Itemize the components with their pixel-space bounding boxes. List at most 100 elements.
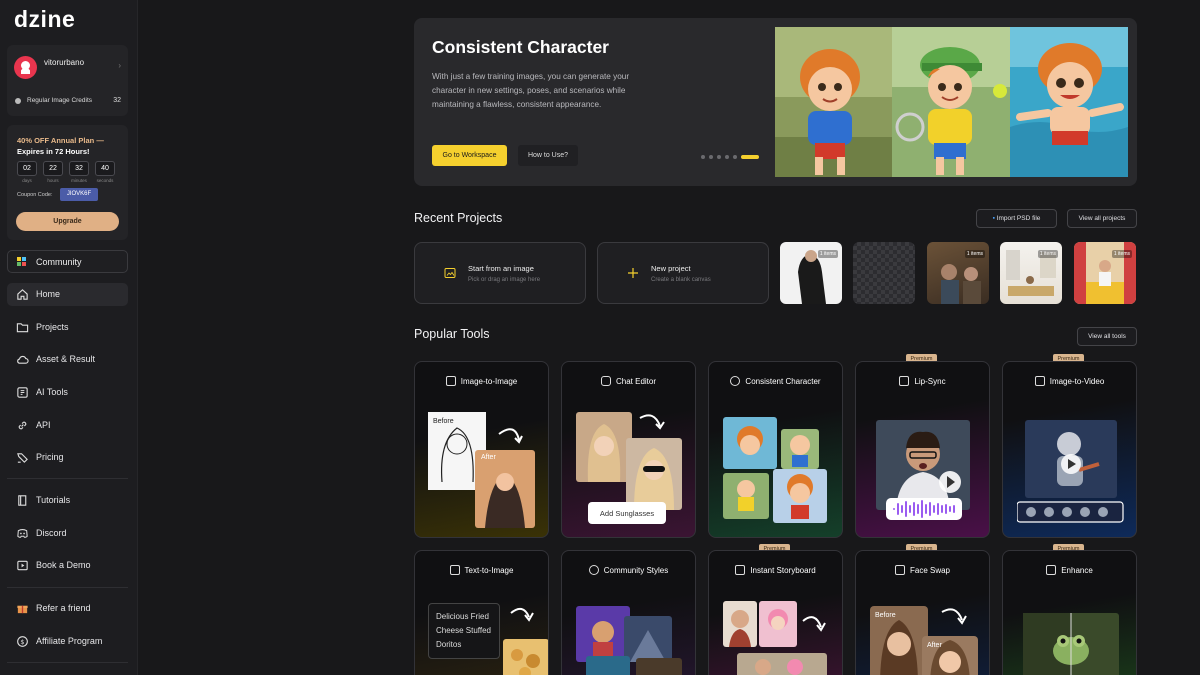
upgrade-button[interactable]: Upgrade	[16, 212, 119, 231]
sidebar-item-label: AI Tools	[36, 387, 68, 397]
tool-card-face-swap[interactable]: Face Swap Before After	[855, 550, 990, 675]
cloud-icon	[17, 355, 29, 364]
tool-card-instant-storyboard[interactable]: Instant Storyboard	[708, 550, 843, 675]
start-title: Start from an image	[468, 264, 534, 273]
tool-card-community-styles[interactable]: Community Styles	[561, 550, 696, 675]
dollar-icon: $	[17, 636, 28, 647]
sidebar-item-label: Tutorials	[36, 495, 71, 505]
recent-projects-title: Recent Projects	[414, 211, 503, 225]
gift-icon	[17, 605, 28, 614]
new-project-title: New project	[651, 264, 691, 273]
countdown-seconds: 40	[95, 161, 115, 176]
after-label: After	[481, 454, 496, 461]
tool-label: Community Styles	[603, 566, 669, 575]
face-swap-icon	[894, 565, 905, 575]
hero-image-swimming	[1010, 27, 1128, 177]
go-to-workspace-button[interactable]: Go to Workspace	[432, 145, 507, 166]
import-psd-button[interactable]: ▪ Import PSD file	[976, 209, 1057, 228]
home-icon	[17, 289, 28, 300]
sidebar-item-api[interactable]: API	[7, 414, 128, 437]
tool-card-enhance[interactable]: Enhance	[1002, 550, 1137, 675]
project-thumbnail[interactable]: 1 items	[780, 242, 842, 304]
plus-icon	[628, 268, 638, 278]
sidebar-item-refer[interactable]: Refer a friend	[7, 597, 128, 620]
project-thumbnail-empty[interactable]	[853, 242, 915, 304]
hero-image-tennis	[892, 27, 1010, 177]
carousel-dots[interactable]	[701, 155, 759, 159]
sidebar-item-pricing[interactable]: Pricing	[7, 446, 128, 469]
sidebar: dzine vitorurbano › Regular Image Credit…	[0, 0, 138, 675]
tool-label: Lip-Sync	[914, 377, 946, 386]
new-project-subtitle: Create a blank canvas	[651, 277, 711, 283]
tool-title: Chat Editor	[562, 376, 695, 386]
tool-card-image-to-video[interactable]: Image-to-Video	[1002, 361, 1137, 538]
tool-card-consistent-character[interactable]: Consistent Character	[708, 361, 843, 538]
sidebar-item-tutorials[interactable]: Tutorials	[7, 489, 128, 512]
countdown-hours: 22	[43, 161, 63, 176]
promo-expiry: Expires in 72 Hours!	[17, 147, 90, 156]
credits-label: Regular Image Credits	[27, 97, 93, 104]
user-card[interactable]: vitorurbano › Regular Image Credits 32	[7, 45, 128, 116]
hero-description: With just a few training images, you can…	[432, 72, 630, 109]
countdown-minutes: 32	[69, 161, 89, 176]
tool-title: Consistent Character	[709, 376, 842, 386]
sidebar-item-affiliate[interactable]: $ Affiliate Program	[7, 630, 128, 653]
sidebar-item-label: Affiliate Program	[36, 636, 103, 646]
project-thumbnail[interactable]: 1 items	[1074, 242, 1136, 304]
tool-title: Lip-Sync	[856, 376, 989, 386]
tool-title: Text-to-Image	[415, 565, 548, 575]
view-all-tools-button[interactable]: View all tools	[1077, 327, 1137, 346]
tool-preview	[723, 601, 827, 675]
sidebar-item-home[interactable]: Home	[7, 283, 128, 306]
new-project-card[interactable]: New project Create a blank canvas	[597, 242, 769, 304]
tool-title: Image-to-Video	[1003, 376, 1136, 386]
play-box-icon	[17, 560, 28, 571]
text-image-icon	[449, 565, 460, 575]
start-subtitle: Pick or drag an image here	[468, 277, 541, 283]
start-from-image-card[interactable]: Start from an image Pick or drag an imag…	[414, 242, 586, 304]
tool-label: Consistent Character	[745, 377, 821, 386]
tool-card-chat-editor[interactable]: Chat Editor Add Sunglasses	[561, 361, 696, 538]
sidebar-item-label: Book a Demo	[36, 560, 91, 570]
view-all-projects-button[interactable]: View all projects	[1067, 209, 1137, 228]
username: vitorurbano	[44, 58, 85, 67]
sidebar-item-projects[interactable]: Projects	[7, 316, 128, 339]
project-thumbnail[interactable]: 1 items	[927, 242, 989, 304]
sidebar-item-ai-tools[interactable]: AI Tools	[7, 381, 128, 404]
thumbnail-count: 1 items	[817, 250, 838, 258]
how-to-use-button[interactable]: How to Use?	[518, 145, 578, 166]
after-label: After	[927, 642, 942, 649]
tool-preview	[1023, 613, 1119, 675]
tool-label: Image-to-Image	[460, 377, 518, 386]
coupon-label: Coupon Code:	[17, 192, 53, 198]
chevron-right-icon: ›	[118, 61, 121, 70]
tool-label: Image-to-Video	[1049, 377, 1105, 386]
thumbnail-count: 1 items	[1111, 250, 1132, 258]
character-icon	[730, 376, 741, 386]
tool-title: Image-to-Image	[415, 376, 548, 386]
sidebar-item-asset-result[interactable]: Asset & Result	[7, 348, 128, 371]
tool-card-image-to-image[interactable]: Image-to-Image Before After	[414, 361, 549, 538]
countdown-label: hours	[47, 178, 59, 183]
tool-card-text-to-image[interactable]: Text-to-Image Delicious Fried Cheese Stu…	[414, 550, 549, 675]
coupon-code[interactable]: JIOVK6F	[60, 188, 98, 201]
sidebar-item-label: Refer a friend	[36, 603, 91, 613]
promo-card: 40% OFF Annual Plan — Expires in 72 Hour…	[7, 125, 128, 240]
tool-preview	[1017, 420, 1124, 523]
tool-title: Enhance	[1003, 565, 1136, 575]
before-label: Before	[875, 612, 896, 619]
sidebar-item-label: API	[36, 420, 51, 430]
app-logo[interactable]: dzine	[14, 6, 75, 33]
image-upload-icon	[444, 268, 456, 278]
tool-card-lip-sync[interactable]: Lip-Sync	[855, 361, 990, 538]
countdown-label: minutes	[71, 178, 87, 183]
sidebar-item-label: Projects	[36, 322, 69, 332]
tool-label: Chat Editor	[615, 377, 657, 386]
credits-icon	[15, 98, 21, 104]
import-psd-label: Import PSD file	[996, 215, 1041, 222]
sidebar-item-book-demo[interactable]: Book a Demo	[7, 554, 128, 577]
project-thumbnail[interactable]: 1 items	[1000, 242, 1062, 304]
community-button[interactable]: Community	[7, 250, 128, 273]
image-icon	[445, 376, 456, 386]
sidebar-item-discord[interactable]: Discord	[7, 522, 128, 545]
